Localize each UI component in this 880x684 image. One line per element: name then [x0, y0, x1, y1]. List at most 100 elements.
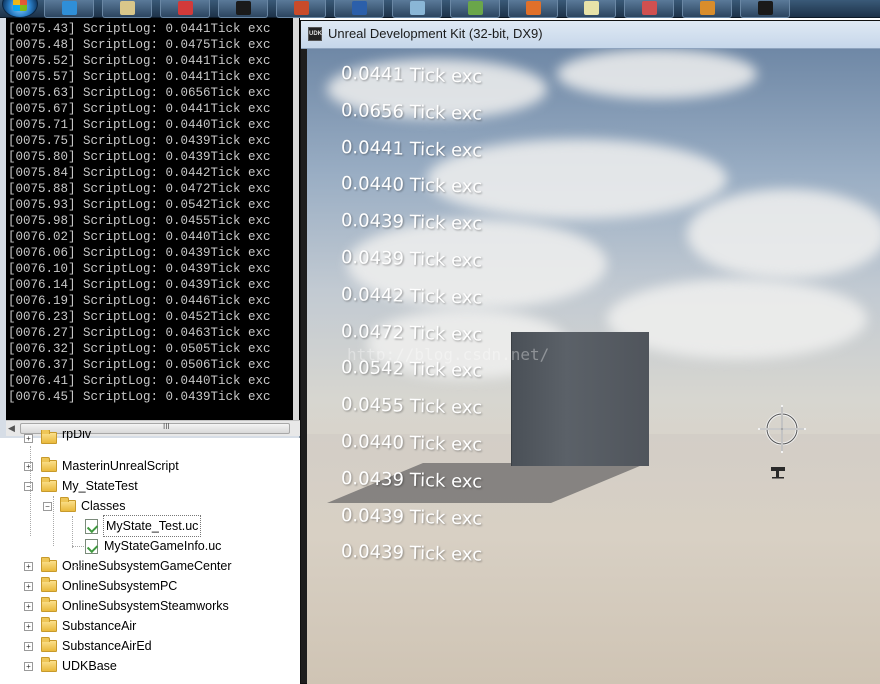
paint-icon	[642, 1, 657, 15]
hud-log-line: 0.0440 Tick exc	[340, 431, 483, 456]
windows-logo-icon	[13, 0, 27, 11]
tree-folder-item[interactable]: + MasterinUnrealScript	[24, 456, 179, 476]
taskbar-button[interactable]	[624, 0, 674, 18]
tree-connector	[72, 516, 73, 548]
tree-folder-item[interactable]: + OnlineSubsystemGameCenter	[24, 556, 232, 576]
taskbar-button[interactable]	[218, 0, 268, 18]
taskbar-button[interactable]	[334, 0, 384, 18]
console-line: [0075.57] ScriptLog: 0.0441Tick exc	[8, 70, 271, 84]
hud-log-line: 0.0439 Tick exc	[340, 247, 483, 272]
start-button[interactable]	[2, 0, 38, 18]
console-line: [0075.88] ScriptLog: 0.0472Tick exc	[8, 182, 271, 196]
udk-window[interactable]: UDK Unreal Development Kit (32-bit, DX9)…	[300, 20, 880, 684]
taskbar-button[interactable]	[160, 0, 210, 18]
hud-log-line: 0.0442 Tick exc	[340, 283, 483, 309]
console-line: [0075.52] ScriptLog: 0.0441Tick exc	[8, 54, 271, 68]
taskbar-button[interactable]	[566, 0, 616, 18]
hud-log-line: 0.0439 Tick exc	[340, 504, 483, 530]
console-line: [0075.84] ScriptLog: 0.0442Tick exc	[8, 166, 271, 180]
taskbar-button[interactable]	[740, 0, 790, 18]
taskbar-button[interactable]	[682, 0, 732, 18]
console-window: [0075.43] ScriptLog: 0.0441Tick exc [0075…	[0, 18, 300, 438]
tree-file-item[interactable]: MyState_Test.uc	[85, 515, 202, 537]
console-line: [0076.02] ScriptLog: 0.0440Tick exc	[8, 230, 271, 244]
taskbar-button[interactable]	[450, 0, 500, 18]
tree-item-label: OnlineSubsystemPC	[62, 579, 178, 593]
console-vertical-scrollbar[interactable]	[293, 18, 299, 420]
red-app-icon	[178, 1, 193, 15]
console-line: [0076.41] ScriptLog: 0.0440Tick exc	[8, 374, 271, 388]
console-line: [0076.32] ScriptLog: 0.0505Tick exc	[8, 342, 271, 356]
hud-log-line: 0.0542 Tick exc	[340, 357, 483, 383]
tree-item-partial[interactable]: + rpDiv	[24, 430, 91, 446]
taskbar	[0, 0, 880, 18]
scroll-grip: III	[163, 422, 170, 431]
file-icon	[85, 518, 98, 534]
tree-item-label: SubstanceAir	[62, 619, 137, 633]
taskbar-button[interactable]	[508, 0, 558, 18]
tree-folder-item[interactable]: + SubstanceAir	[24, 616, 136, 636]
tree-connector	[72, 546, 84, 547]
taskbar-button[interactable]	[276, 0, 326, 18]
tree-connector	[30, 446, 31, 536]
udk-title-bar[interactable]: UDK Unreal Development Kit (32-bit, DX9)	[301, 21, 880, 49]
console-line: [0075.75] ScriptLog: 0.0439Tick exc	[8, 134, 271, 148]
udk-icon	[236, 1, 251, 15]
collapse-icon[interactable]: −	[24, 481, 33, 491]
expand-icon[interactable]: +	[24, 581, 33, 591]
expand-icon[interactable]: +	[24, 661, 33, 671]
expand-icon[interactable]: +	[24, 433, 33, 443]
console-line: [0075.67] ScriptLog: 0.0441Tick exc	[8, 102, 271, 116]
note-icon	[584, 1, 599, 15]
folder-icon	[41, 597, 57, 612]
firefox-icon	[526, 1, 541, 15]
taskbar-button[interactable]	[392, 0, 442, 18]
folder-icon	[41, 617, 57, 632]
tree-item-label: Classes	[81, 499, 126, 513]
console-line: [0075.80] ScriptLog: 0.0439Tick exc	[8, 150, 271, 164]
game-viewport[interactable]: http://blog.csdn.net/ 0.0441 Tick exc 0.0…	[307, 49, 880, 684]
udk-icon	[758, 1, 773, 15]
cloud	[557, 49, 757, 99]
expand-icon[interactable]: +	[24, 461, 33, 471]
expand-icon[interactable]: +	[24, 621, 33, 631]
weapon-icon	[771, 467, 785, 479]
hud-log-line: 0.0439 Tick exc	[340, 541, 483, 567]
hud-log-line: 0.0439 Tick exc	[340, 467, 483, 493]
taskbar-button[interactable]	[102, 0, 152, 18]
tree-folder-item[interactable]: − Classes	[43, 496, 125, 516]
hud-log-line: 0.0439 Tick exc	[340, 210, 483, 235]
folder-icon	[41, 430, 57, 444]
hud-log-line: 0.0455 Tick exc	[340, 394, 483, 419]
red-chart-icon	[294, 1, 309, 15]
ie-icon	[62, 1, 77, 15]
tree-folder-item[interactable]: + OnlineSubsystemSteamworks	[24, 596, 229, 616]
tree-item-label: OnlineSubsystemSteamworks	[62, 599, 229, 613]
tree-folder-item[interactable]: + UDKBase	[24, 656, 117, 676]
expand-icon[interactable]: +	[24, 641, 33, 651]
scroll-left-arrow-icon[interactable]: ◀	[8, 423, 18, 434]
tree-folder-item[interactable]: − My_StateTest	[24, 476, 138, 496]
open-folder-icon	[60, 497, 76, 512]
folder-icon	[41, 457, 57, 472]
tree-file-item[interactable]: MyStateGameInfo.uc	[85, 536, 221, 556]
tree-folder-item[interactable]: + SubstanceAirEd	[24, 636, 152, 656]
expand-icon[interactable]: +	[24, 601, 33, 611]
tree-item-label: rpDiv	[62, 430, 92, 441]
console-line: [0076.10] ScriptLog: 0.0439Tick exc	[8, 262, 271, 276]
open-folder-icon	[41, 477, 57, 492]
tree-item-label: My_StateTest	[62, 479, 138, 493]
console-line: [0076.14] ScriptLog: 0.0439Tick exc	[8, 278, 271, 292]
tree-item-label: MyStateGameInfo.uc	[104, 539, 222, 553]
console-line: [0075.48] ScriptLog: 0.0475Tick exc	[8, 38, 271, 52]
expand-icon[interactable]: +	[24, 561, 33, 571]
collapse-icon[interactable]: −	[43, 501, 52, 511]
console-line: [0076.19] ScriptLog: 0.0446Tick exc	[8, 294, 271, 308]
puzzle-icon	[700, 1, 715, 15]
hud-log-line: 0.0441 Tick exc	[340, 63, 483, 88]
taskbar-button[interactable]	[44, 0, 94, 18]
hud-log-line: 0.0440 Tick exc	[340, 173, 483, 199]
project-tree: + rpDiv + MasterinUnrealScript − My_StateTe…	[0, 430, 300, 684]
tree-folder-item[interactable]: + OnlineSubsystemPC	[24, 576, 177, 596]
word-icon	[352, 1, 367, 15]
